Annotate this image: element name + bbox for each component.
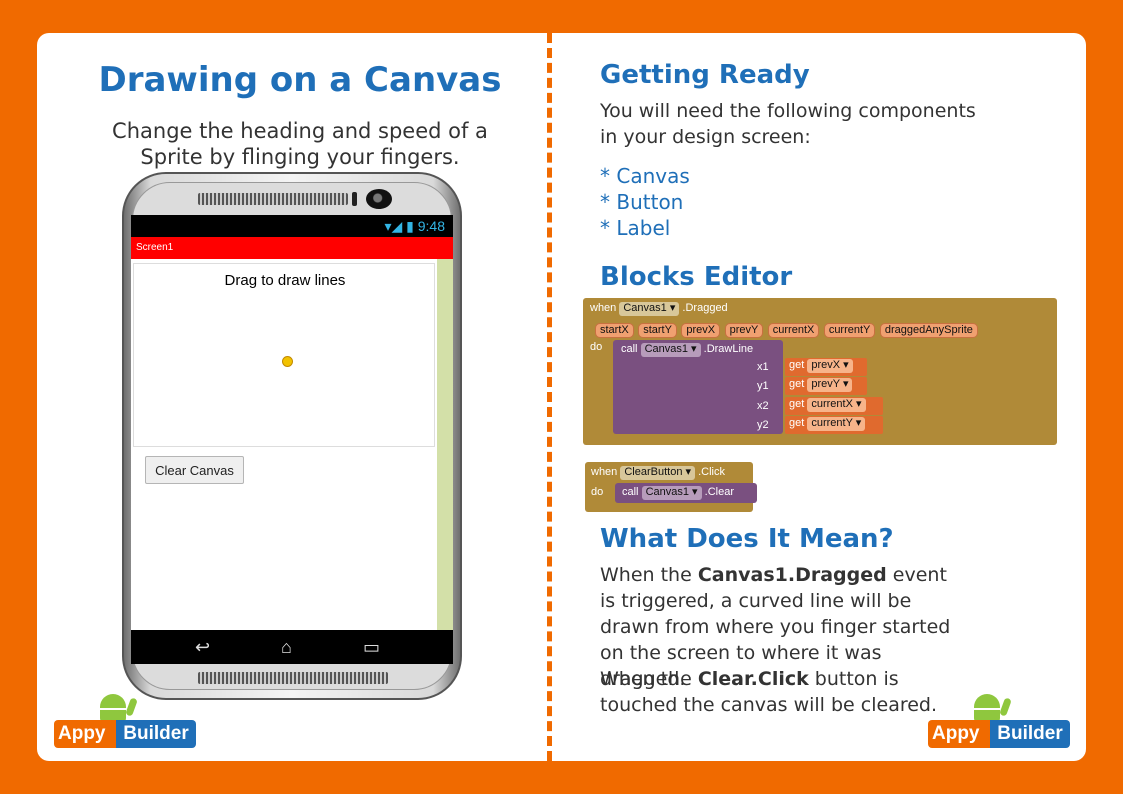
do-label: do bbox=[590, 341, 603, 353]
arg-label: y1 bbox=[757, 380, 769, 392]
var-dropdown[interactable]: prevX ▾ bbox=[807, 359, 853, 373]
logo-appy: Appy bbox=[928, 720, 990, 748]
do-label: do bbox=[591, 486, 604, 498]
event-component-dropdown[interactable]: ClearButton ▾ bbox=[620, 466, 696, 480]
canvas-dragged-term: Canvas1.Dragged bbox=[697, 564, 887, 586]
android-head-icon bbox=[974, 694, 1000, 708]
component-item: * Canvas bbox=[600, 164, 690, 188]
get-block[interactable]: get currentY ▾ bbox=[785, 416, 883, 434]
param-pill[interactable]: prevX bbox=[681, 323, 721, 338]
phone-nav-bar: ↩ ⌂ ▭ bbox=[131, 630, 453, 664]
android-arm-icon bbox=[125, 697, 138, 717]
page-subtitle: Change the heading and speed of a Sprite… bbox=[112, 119, 488, 169]
battery-icon: ▮ bbox=[406, 218, 414, 234]
wifi-icon: ▾◢ bbox=[384, 218, 403, 234]
ball-sprite-icon[interactable] bbox=[282, 356, 293, 367]
home-icon[interactable]: ⌂ bbox=[281, 638, 292, 656]
when-label: when bbox=[591, 466, 618, 478]
arg-label: x2 bbox=[757, 400, 769, 412]
arg-label: x1 bbox=[757, 361, 769, 373]
get-block[interactable]: get prevX ▾ bbox=[785, 358, 867, 376]
logo-builder: Builder bbox=[116, 720, 196, 748]
back-icon[interactable]: ↩ bbox=[195, 638, 210, 656]
canvas-label: Drag to draw lines bbox=[224, 272, 346, 289]
param-pill[interactable]: startX bbox=[595, 323, 634, 338]
appybuilder-logo: Appy Builder bbox=[54, 688, 196, 748]
component-item: * Button bbox=[600, 190, 684, 214]
status-time: 9:48 bbox=[417, 218, 445, 234]
appybuilder-logo: Appy Builder bbox=[928, 688, 1070, 748]
recent-apps-icon[interactable]: ▭ bbox=[363, 638, 380, 656]
event-component-dropdown[interactable]: Canvas1 ▾ bbox=[619, 302, 680, 316]
get-block[interactable]: get currentX ▾ bbox=[785, 397, 883, 415]
meaning-paragraph-2: When the Clear.Click button is touched t… bbox=[600, 668, 938, 716]
clear-call-block[interactable]: call Canvas1 ▾ .Clear bbox=[615, 483, 757, 503]
drawing-canvas[interactable]: Drag to draw lines bbox=[133, 263, 435, 447]
event-name: .Dragged bbox=[682, 302, 728, 314]
android-head-icon bbox=[100, 694, 126, 708]
param-pill[interactable]: currentX bbox=[767, 323, 820, 338]
phone-screen: ▾◢ ▮ 9:48 Screen1 Drag to draw lines Cle… bbox=[131, 215, 453, 630]
page-title: Drawing on a Canvas bbox=[98, 60, 502, 100]
blocks-editor-heading: Blocks Editor bbox=[600, 262, 793, 292]
logo-builder: Builder bbox=[990, 720, 1070, 748]
var-dropdown[interactable]: currentX ▾ bbox=[807, 398, 866, 412]
clear-canvas-button[interactable]: Clear Canvas bbox=[145, 456, 244, 484]
param-pill[interactable]: draggedAnySprite bbox=[879, 323, 978, 338]
call-label: call bbox=[621, 343, 638, 355]
param-pill[interactable]: startY bbox=[638, 323, 677, 338]
get-block[interactable]: get prevY ▾ bbox=[785, 377, 867, 395]
event-params: startX startY prevX prevY currentX curre… bbox=[595, 320, 978, 338]
when-label: when bbox=[590, 302, 617, 314]
screen-side-strip bbox=[437, 259, 453, 630]
meaning-heading: What Does It Mean? bbox=[600, 524, 894, 554]
phone-camera bbox=[366, 189, 392, 209]
phone-speaker-top bbox=[198, 193, 348, 205]
screen-title-bar: Screen1 bbox=[131, 237, 453, 259]
call-label: call bbox=[622, 486, 639, 498]
dashed-divider bbox=[547, 33, 552, 761]
phone-speaker-bottom bbox=[198, 672, 388, 684]
component-item: * Label bbox=[600, 216, 671, 240]
var-dropdown[interactable]: prevY ▾ bbox=[807, 378, 853, 392]
arg-label: y2 bbox=[757, 419, 769, 431]
event-name: .Click bbox=[698, 466, 725, 478]
status-bar: ▾◢ ▮ 9:48 bbox=[131, 215, 453, 237]
android-arm-icon bbox=[999, 697, 1012, 717]
phone-sensor bbox=[352, 192, 357, 206]
getting-ready-heading: Getting Ready bbox=[600, 60, 810, 90]
param-pill[interactable]: prevY bbox=[724, 323, 764, 338]
call-component-dropdown[interactable]: Canvas1 ▾ bbox=[640, 343, 701, 357]
call-method: .Clear bbox=[704, 486, 734, 498]
getting-ready-text: You will need the following components i… bbox=[600, 100, 976, 148]
logo-appy: Appy bbox=[54, 720, 116, 748]
var-dropdown[interactable]: currentY ▾ bbox=[807, 417, 866, 431]
call-method: .DrawLine bbox=[703, 343, 754, 355]
param-pill[interactable]: currentY bbox=[823, 323, 876, 338]
call-component-dropdown[interactable]: Canvas1 ▾ bbox=[641, 486, 702, 500]
clear-click-term: Clear.Click bbox=[697, 668, 809, 690]
